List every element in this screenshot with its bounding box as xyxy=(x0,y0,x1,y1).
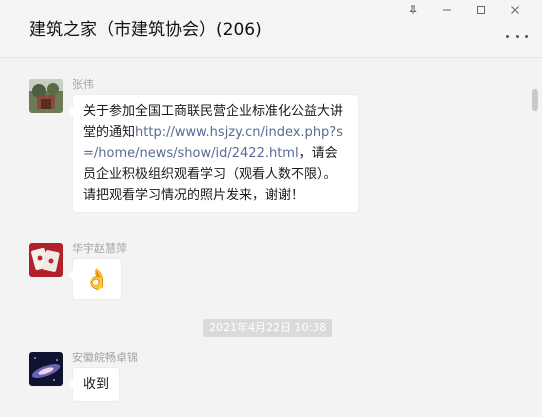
more-options-icon[interactable] xyxy=(506,28,528,44)
sender-name: 华宇赵慧萍 xyxy=(72,242,127,255)
ok-hand-emoji-icon: 👌 xyxy=(84,267,110,291)
message-bubble[interactable]: 收到 xyxy=(68,367,120,402)
chat-title: 建筑之家（市建筑协会）(206) xyxy=(29,20,262,40)
message-bubble[interactable]: 👌 xyxy=(68,258,122,300)
title-bar: 建筑之家（市建筑协会）(206) xyxy=(0,0,542,58)
message-text: 收到 xyxy=(83,377,110,392)
message-bubble[interactable]: 关于参加全国工商联民营企业标准化公益大讲堂的通知http://www.hsjzy… xyxy=(68,94,359,213)
close-icon[interactable] xyxy=(498,2,532,18)
sender-name: 张伟 xyxy=(72,78,94,91)
sender-name: 安徽皖畅卓锦 xyxy=(72,351,138,364)
timestamp-divider: 2021年4月22日 10:38 xyxy=(203,319,333,337)
minimize-icon[interactable] xyxy=(430,2,464,18)
avatar[interactable] xyxy=(29,243,63,277)
maximize-icon[interactable] xyxy=(464,2,498,18)
pin-icon[interactable] xyxy=(396,2,430,18)
message-list[interactable]: 张伟 关于参加全国工商联民营企业标准化公益大讲堂的通知http://www.hs… xyxy=(0,59,542,417)
window-controls xyxy=(396,2,532,18)
scrollbar-thumb[interactable] xyxy=(532,89,538,111)
avatar[interactable] xyxy=(29,352,63,386)
avatar[interactable] xyxy=(29,79,63,113)
